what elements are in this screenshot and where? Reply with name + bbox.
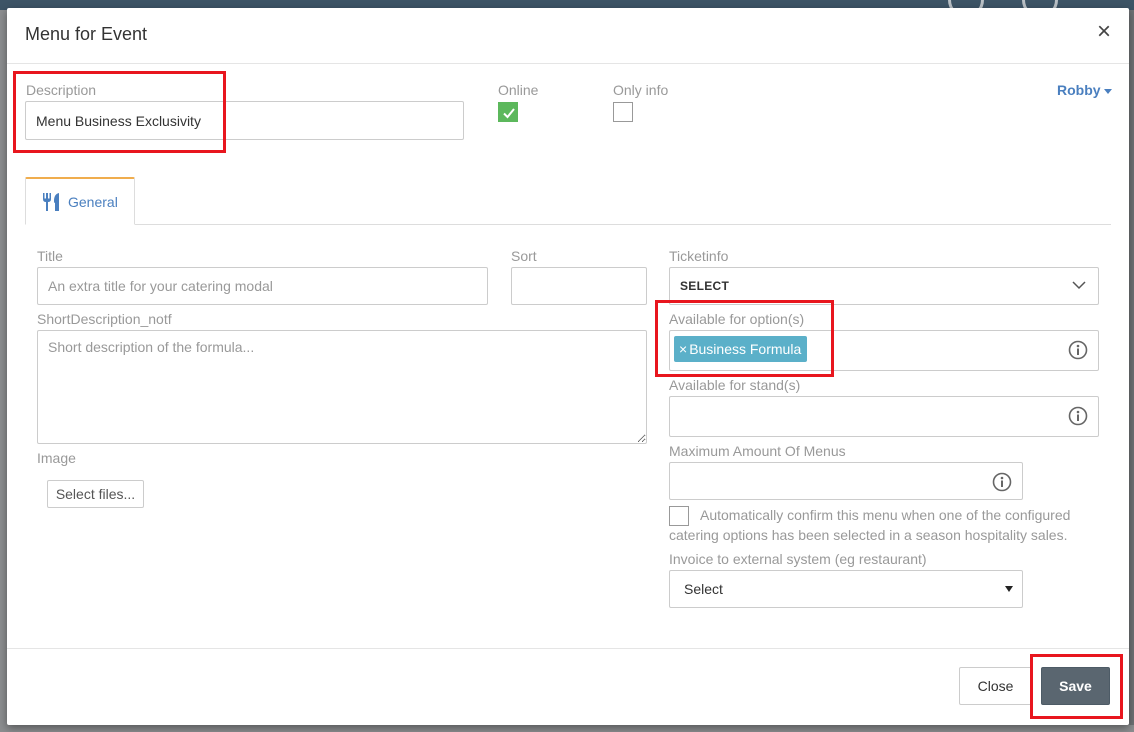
- only-info-label: Only info: [613, 82, 669, 98]
- max-menus-input[interactable]: [669, 462, 1023, 500]
- option-tag[interactable]: × Business Formula: [674, 336, 808, 362]
- close-button[interactable]: Close: [959, 667, 1032, 705]
- image-label: Image: [37, 450, 76, 466]
- modal-title: Menu for Event: [25, 24, 148, 44]
- invoice-select-value: Select: [684, 581, 723, 597]
- tab-divider: [135, 224, 1111, 225]
- info-icon[interactable]: [992, 472, 1012, 492]
- title-label: Title: [37, 248, 63, 264]
- available-stands-input[interactable]: [669, 396, 1099, 437]
- tab-general[interactable]: General: [25, 177, 135, 225]
- option-tag-label: Business Formula: [689, 341, 802, 357]
- online-label: Online: [498, 82, 539, 98]
- info-icon[interactable]: [1068, 340, 1088, 360]
- caret-down-icon: [1103, 88, 1112, 94]
- invoice-select[interactable]: Select: [669, 570, 1023, 608]
- online-checkbox[interactable]: [498, 102, 518, 122]
- short-description-label: ShortDescription_notf: [37, 311, 172, 327]
- ticketinfo-select[interactable]: SELECT: [669, 267, 1099, 305]
- cutlery-icon: [43, 193, 59, 211]
- chevron-down-icon: [1072, 281, 1086, 290]
- info-icon[interactable]: [1068, 406, 1088, 426]
- select-files-button[interactable]: Select files...: [47, 480, 144, 508]
- save-button[interactable]: Save: [1041, 667, 1110, 705]
- ticketinfo-label: Ticketinfo: [669, 248, 729, 264]
- available-stands-label: Available for stand(s): [669, 377, 801, 393]
- description-label: Description: [26, 82, 97, 98]
- header-divider: [7, 63, 1129, 64]
- title-input[interactable]: [37, 267, 488, 305]
- close-icon[interactable]: ×: [1097, 20, 1111, 44]
- user-menu-label: Robby: [1057, 82, 1101, 98]
- triangle-down-icon: [1005, 586, 1013, 592]
- footer-divider: [7, 648, 1129, 649]
- menu-event-modal: Menu for Event × Description Online Only…: [7, 8, 1129, 725]
- tab-general-label: General: [68, 194, 118, 210]
- tag-remove-icon[interactable]: ×: [679, 341, 687, 357]
- sort-input[interactable]: [511, 267, 647, 305]
- short-description-textarea[interactable]: [37, 330, 647, 444]
- background-page-bottom: [0, 725, 1134, 732]
- user-menu-dropdown[interactable]: Robby: [1057, 82, 1112, 98]
- invoice-label: Invoice to external system (eg restauran…: [669, 551, 927, 567]
- auto-confirm-text: Automatically confirm this menu when one…: [669, 507, 1071, 543]
- ticketinfo-value: SELECT: [680, 279, 730, 293]
- available-options-label: Available for option(s): [669, 311, 805, 327]
- checkmark-icon: [503, 108, 515, 119]
- only-info-checkbox[interactable]: [613, 102, 633, 122]
- description-input[interactable]: [25, 101, 464, 140]
- max-menus-label: Maximum Amount Of Menus: [669, 443, 846, 459]
- sort-label: Sort: [511, 248, 537, 264]
